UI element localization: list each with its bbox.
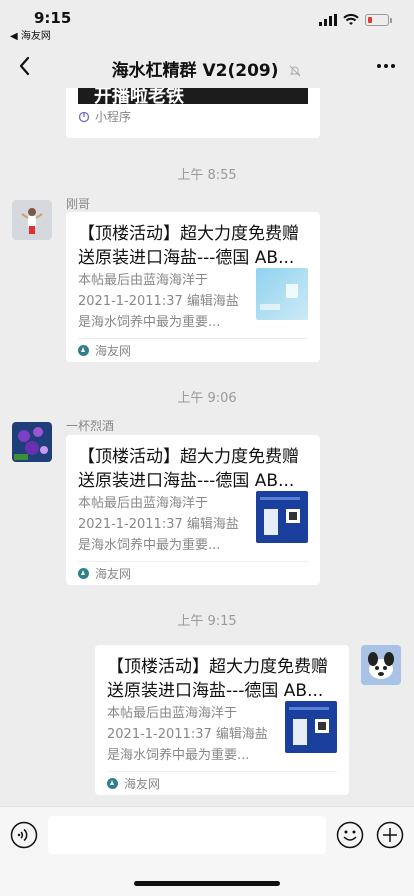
card-thumbnail: [256, 491, 308, 543]
status-icons: [319, 14, 392, 26]
mini-program-banner: 开播啦老铁: [78, 88, 308, 104]
mini-program-banner-text: 开播啦老铁: [94, 88, 184, 104]
more-options-icon[interactable]: [374, 54, 398, 78]
status-bar: 9:15 ◀ 海友网: [0, 0, 414, 44]
card-title: 【顶楼活动】超大力度免费赠送原装进口海盐---德国 AB...: [78, 224, 299, 268]
card-thumbnail: [256, 268, 308, 320]
avatar-person-image: [12, 200, 52, 240]
more-plus-icon[interactable]: [376, 821, 404, 849]
link-card[interactable]: 【顶楼活动】超大力度免费赠送原装进口海盐---德国 AB... 本帖最后由蓝海海…: [66, 435, 320, 585]
card-description: 本帖最后由蓝海海洋于 2021-1-2011:37 编辑海盐是海水饲养中最为重要…: [107, 706, 268, 763]
chat-message-list[interactable]: 开播啦老铁 小程序 上午 8:55 刚哥 【顶楼活动】超大力度免费赠送原装进口海…: [0, 88, 414, 806]
chat-title-wrap: 海水杠精群 V2(209): [0, 56, 414, 81]
card-source-label: 海友网: [95, 344, 132, 358]
link-card-sent[interactable]: 【顶楼活动】超大力度免费赠送原装进口海盐---德国 AB... 本帖最后由蓝海海…: [95, 645, 349, 795]
mini-program-label: 小程序: [95, 110, 132, 124]
thumbnail-image: [260, 497, 300, 535]
source-logo-icon: [78, 345, 89, 356]
message-input[interactable]: [48, 816, 326, 854]
card-title: 【顶楼活动】超大力度免费赠送原装进口海盐---德国 AB...: [78, 447, 299, 491]
card-source: 海友网: [78, 342, 131, 359]
sender-name: 一杯烈酒: [66, 419, 115, 433]
back-to-app-link[interactable]: ◀ 海友网: [10, 27, 51, 42]
card-description: 本帖最后由蓝海海洋于 2021-1-2011:37 编辑海盐是海水饲养中最为重要…: [78, 496, 239, 553]
card-source-label: 海友网: [95, 567, 132, 581]
source-logo-icon: [78, 568, 89, 579]
home-indicator[interactable]: [134, 881, 280, 886]
avatar[interactable]: [12, 200, 52, 240]
chat-title: 海水杠精群 V2(209): [111, 61, 279, 81]
chat-header: 海水杠精群 V2(209): [0, 44, 414, 88]
timestamp: 上午 9:15: [177, 614, 237, 629]
status-time: 9:15: [34, 9, 72, 27]
card-thumbnail: [285, 701, 337, 753]
mini-program-card[interactable]: 开播啦老铁 小程序: [66, 88, 320, 138]
card-source: 海友网: [107, 775, 160, 792]
card-title: 【顶楼活动】超大力度免费赠送原装进口海盐---德国 AB...: [107, 657, 328, 701]
card-divider: [78, 338, 308, 339]
wifi-icon: [343, 14, 359, 25]
timestamp: 上午 9:06: [177, 391, 237, 406]
card-source: 海友网: [78, 565, 131, 582]
mini-program-footer: 小程序: [78, 108, 131, 125]
source-logo-icon: [107, 778, 118, 789]
card-description: 本帖最后由蓝海海洋于 2021-1-2011:37 编辑海盐是海水饲养中最为重要…: [78, 273, 239, 330]
thumbnail-image: [289, 707, 329, 745]
card-source-label: 海友网: [124, 777, 161, 791]
link-icon: [78, 111, 90, 122]
signal-icon: [319, 14, 337, 26]
link-card[interactable]: 【顶楼活动】超大力度免费赠送原装进口海盐---德国 AB... 本帖最后由蓝海海…: [66, 212, 320, 362]
timestamp: 上午 8:55: [177, 168, 237, 183]
mute-bell-icon: [290, 65, 301, 77]
thumbnail-image: [260, 284, 298, 310]
card-divider: [107, 771, 337, 772]
sender-name: 刚哥: [66, 197, 91, 211]
voice-input-icon[interactable]: [10, 821, 38, 849]
emoji-icon[interactable]: [336, 821, 364, 849]
avatar-dog-image: [361, 645, 401, 685]
avatar-flowers-image: [12, 422, 52, 462]
battery-icon: [365, 14, 389, 26]
card-divider: [78, 561, 308, 562]
battery-tip: [390, 17, 392, 23]
avatar[interactable]: [12, 422, 52, 462]
my-avatar[interactable]: [361, 645, 401, 685]
